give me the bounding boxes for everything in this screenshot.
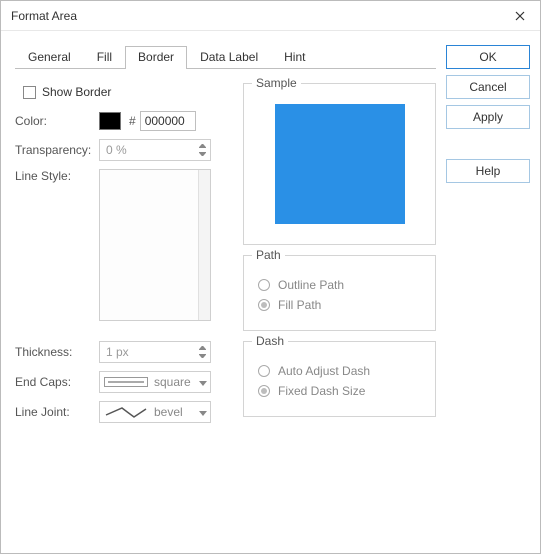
end-caps-preview-icon [104,377,148,387]
thickness-spinner[interactable]: 1 px [99,341,211,363]
tab-fill[interactable]: Fill [84,45,125,68]
outline-path-label: Outline Path [278,278,344,292]
color-hex-input[interactable] [140,111,196,131]
line-style-label: Line Style: [15,169,99,183]
line-joint-combo[interactable]: bevel [99,401,211,423]
line-joint-preview-icon [104,405,148,419]
sample-swatch [275,104,405,224]
chevron-down-icon [199,405,207,419]
line-style-list[interactable] [99,169,211,321]
end-caps-combo[interactable]: square [99,371,211,393]
auto-adjust-dash-radio[interactable]: Auto Adjust Dash [258,364,425,378]
auto-adjust-dash-label: Auto Adjust Dash [278,364,370,378]
scrollbar[interactable] [198,170,210,320]
chevron-up-icon [196,142,208,150]
sample-legend: Sample [252,76,301,90]
fill-path-label: Fill Path [278,298,321,312]
radio-icon [258,279,270,291]
line-joint-value: bevel [154,405,183,419]
dash-group: Dash Auto Adjust Dash Fixed Dash Size [243,341,436,417]
checkbox-icon [23,86,36,99]
outline-path-radio[interactable]: Outline Path [258,278,425,292]
chevron-up-icon [196,344,208,352]
tab-bar: General Fill Border Data Label Hint [15,45,436,69]
radio-icon [258,299,270,311]
tab-general[interactable]: General [15,45,84,68]
sample-group: Sample [243,83,436,245]
thickness-label: Thickness: [15,345,99,359]
transparency-value: 0 % [106,143,127,157]
tab-border[interactable]: Border [125,46,187,69]
chevron-down-icon [196,150,208,158]
titlebar: Format Area [1,1,540,31]
cancel-button[interactable]: Cancel [446,75,530,99]
dialog-title: Format Area [11,9,77,23]
radio-icon [258,385,270,397]
ok-button[interactable]: OK [446,45,530,69]
fixed-dash-size-radio[interactable]: Fixed Dash Size [258,384,425,398]
help-button[interactable]: Help [446,159,530,183]
format-area-dialog: Format Area General Fill Border Data Lab… [0,0,541,554]
path-legend: Path [252,248,285,262]
thickness-value: 1 px [106,345,129,359]
end-caps-value: square [154,375,191,389]
dash-legend: Dash [252,334,288,348]
fixed-dash-size-label: Fixed Dash Size [278,384,365,398]
transparency-label: Transparency: [15,143,99,157]
transparency-spinner[interactable]: 0 % [99,139,211,161]
chevron-down-icon [196,352,208,360]
radio-icon [258,365,270,377]
show-border-label: Show Border [42,85,111,99]
tab-hint[interactable]: Hint [271,45,318,68]
show-border-checkbox[interactable]: Show Border [23,85,231,99]
tab-data-label[interactable]: Data Label [187,45,271,68]
color-label: Color: [15,114,99,128]
hash-symbol: # [129,114,136,128]
color-swatch[interactable] [99,112,121,130]
close-icon [515,11,525,21]
close-button[interactable] [508,4,532,28]
line-joint-label: Line Joint: [15,405,99,419]
chevron-down-icon [199,375,207,389]
end-caps-label: End Caps: [15,375,99,389]
path-group: Path Outline Path Fill Path [243,255,436,331]
fill-path-radio[interactable]: Fill Path [258,298,425,312]
apply-button[interactable]: Apply [446,105,530,129]
